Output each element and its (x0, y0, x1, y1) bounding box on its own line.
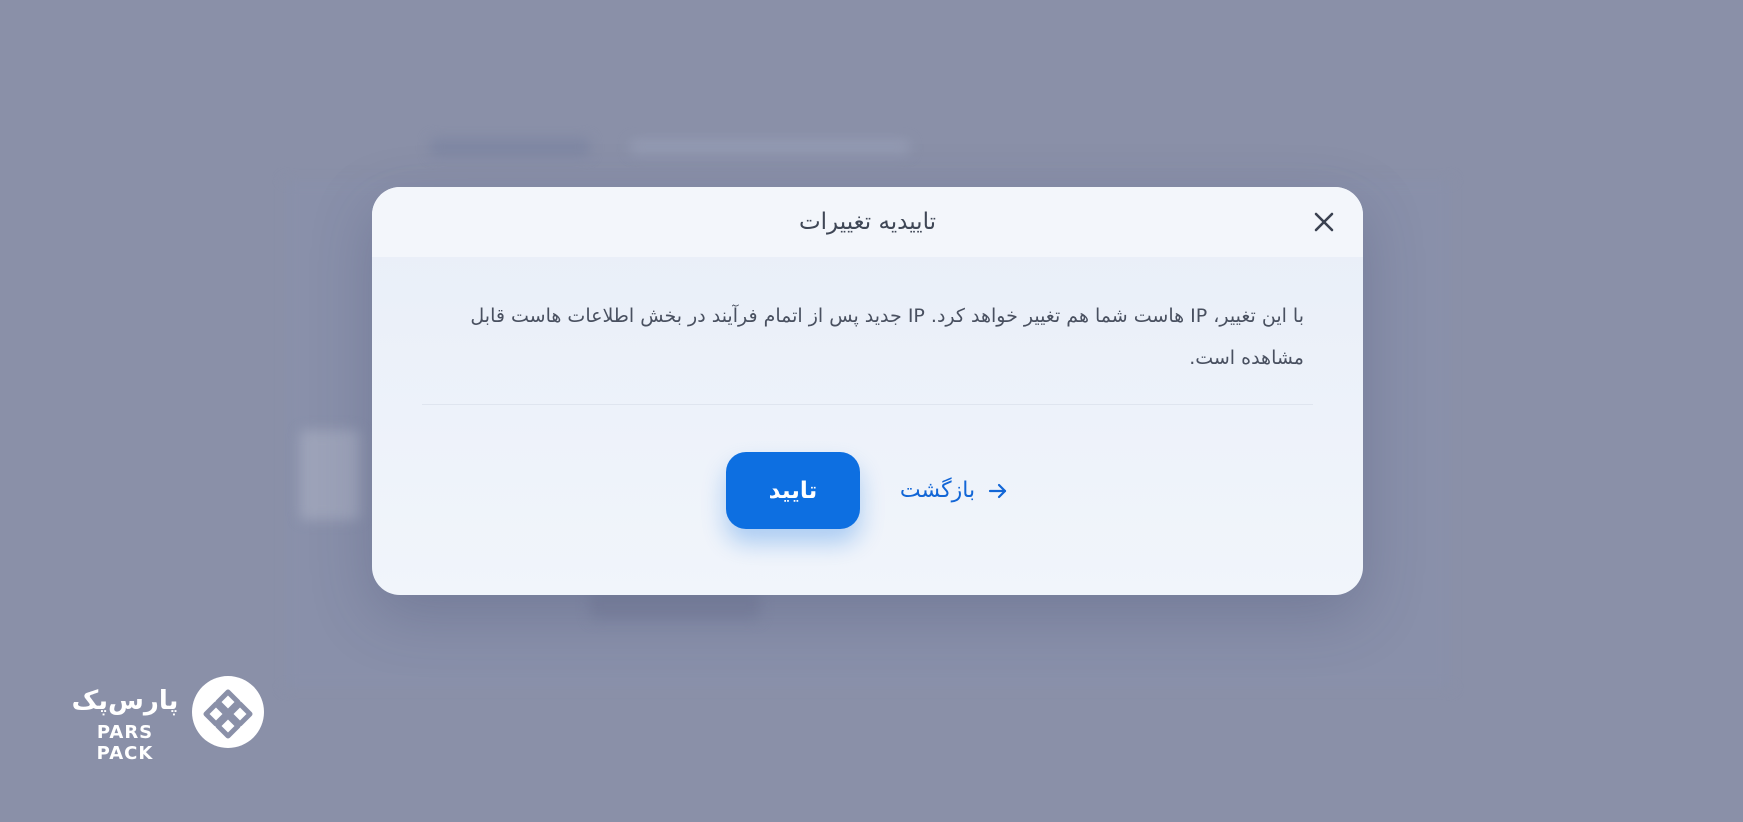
parspack-logo: پارس‌پک PARS PACK (70, 676, 270, 764)
dialog-actions: تایید بازگشت (372, 452, 1363, 529)
logo-text-en: PARS PACK (96, 722, 154, 764)
back-button[interactable]: بازگشت (900, 474, 1009, 507)
background-blur-element (300, 430, 360, 520)
dialog-body: با این تغییر، IP هاست شما هم تغییر خواهد… (372, 257, 1363, 379)
dialog-title: تاییدیه تغییرات (799, 209, 936, 235)
dialog-message: با این تغییر، IP هاست شما هم تغییر خواهد… (470, 305, 1304, 369)
confirm-button[interactable]: تایید (725, 452, 860, 529)
divider (422, 404, 1313, 405)
back-label: بازگشت (899, 478, 976, 503)
background-blur-element (630, 140, 910, 154)
close-icon (1314, 212, 1334, 232)
confirm-changes-dialog: تاییدیه تغییرات با این تغییر، IP هاست شم… (372, 187, 1363, 595)
background-blur-element (430, 138, 590, 156)
parspack-logo-icon (192, 676, 264, 748)
logo-text-fa: پارس‌پک (71, 686, 179, 716)
arrow-right-icon (988, 483, 1007, 498)
dialog-header: تاییدیه تغییرات (372, 187, 1363, 257)
close-button[interactable] (1309, 207, 1339, 237)
